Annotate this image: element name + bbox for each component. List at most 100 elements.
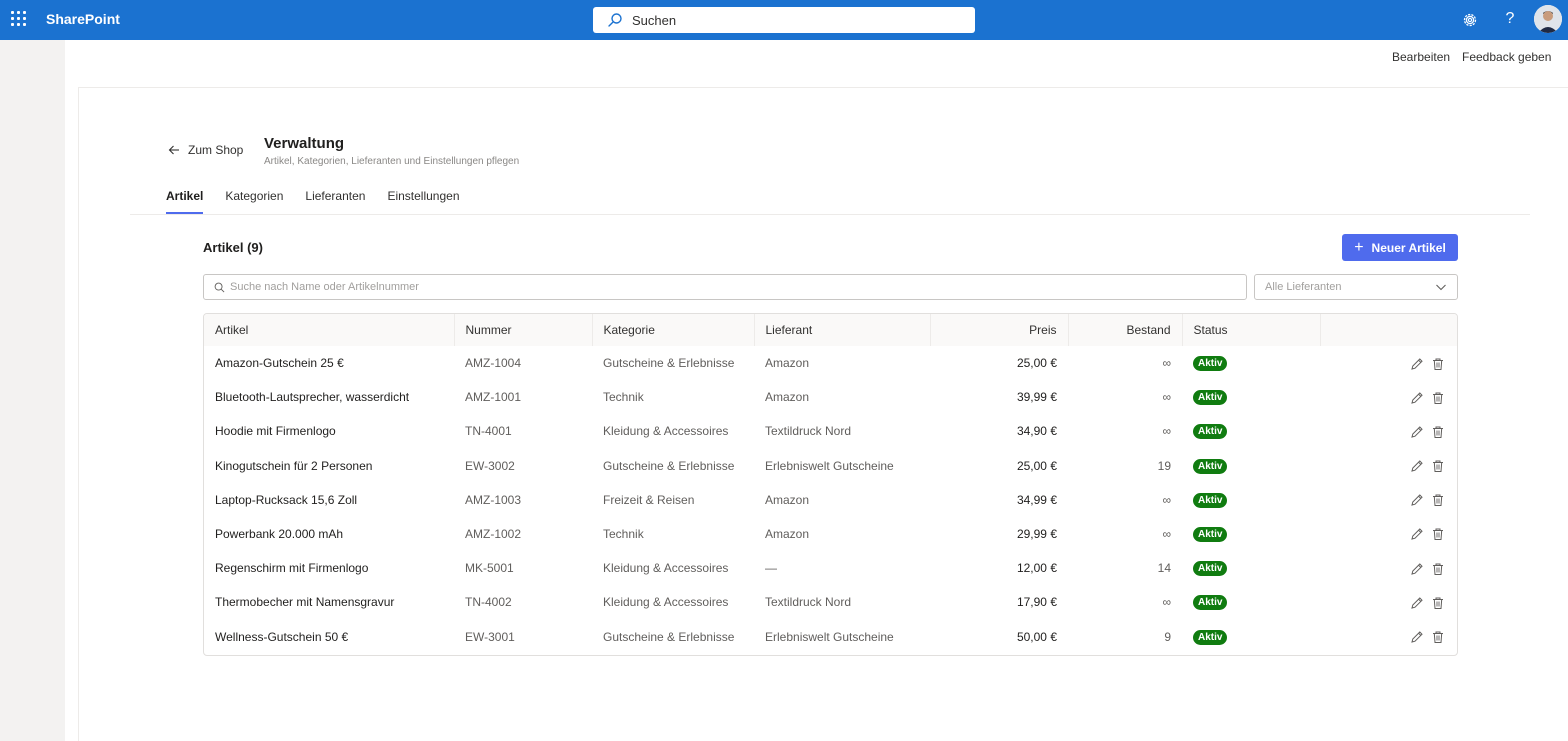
trash-icon[interactable]	[1431, 562, 1445, 576]
column-header[interactable]: Artikel	[204, 314, 455, 346]
article-name: Kinogutschein für 2 Personen	[215, 458, 373, 473]
status-badge: Aktiv	[1193, 595, 1228, 611]
new-article-button[interactable]: + Neuer Artikel	[1342, 234, 1458, 261]
row-actions	[1320, 620, 1457, 654]
article-category: Gutscheine & Erlebnisse	[603, 629, 735, 644]
avatar[interactable]	[1534, 5, 1562, 33]
trash-icon[interactable]	[1431, 459, 1445, 473]
column-header[interactable]: Preis	[930, 314, 1069, 346]
table-row[interactable]: Thermobecher mit Namensgravur TN-4002 Klei…	[204, 585, 1457, 619]
pencil-icon[interactable]	[1410, 391, 1424, 405]
trash-icon[interactable]	[1431, 596, 1445, 610]
pencil-icon[interactable]	[1410, 459, 1424, 473]
column-header[interactable]: Bestand	[1068, 314, 1183, 346]
article-stock: ∞	[1162, 356, 1171, 371]
article-stock: 14	[1157, 561, 1171, 576]
supplier-filter-select[interactable]: Alle Lieferanten	[1254, 274, 1458, 300]
pencil-icon[interactable]	[1410, 357, 1424, 371]
pencil-icon[interactable]	[1410, 630, 1424, 644]
trash-icon[interactable]	[1431, 493, 1445, 507]
articles-table: Artikel Nummer Kategorie Lieferant Preis…	[203, 313, 1458, 656]
article-number: AMZ-1004	[465, 356, 522, 371]
table-row[interactable]: Wellness-Gutschein 50 € EW-3001 Gutscheine…	[204, 620, 1457, 654]
article-stock: 19	[1157, 458, 1171, 473]
table-row[interactable]: Regenschirm mit Firmenlogo MK-5001 Kleidun…	[204, 551, 1457, 585]
article-name: Thermobecher mit Namensgravur	[215, 595, 395, 610]
row-actions	[1320, 517, 1457, 551]
global-search-box[interactable]: Suchen	[593, 7, 975, 33]
pencil-icon[interactable]	[1410, 596, 1424, 610]
feedback-button[interactable]: Feedback geben	[1462, 50, 1551, 64]
article-name: Regenschirm mit Firmenlogo	[215, 561, 369, 576]
article-name: Amazon-Gutschein 25 €	[215, 356, 344, 371]
help-icon[interactable]: ?	[1502, 8, 1518, 30]
article-number: EW-3002	[465, 458, 515, 473]
article-number: TN-4001	[465, 424, 512, 439]
row-actions	[1320, 380, 1457, 414]
article-status-cell: Aktiv	[1182, 483, 1320, 517]
column-header[interactable]: Kategorie	[592, 314, 755, 346]
row-actions	[1320, 346, 1457, 380]
article-category: Gutscheine & Erlebnisse	[603, 458, 735, 473]
gear-icon[interactable]	[1460, 10, 1480, 30]
column-header	[1320, 314, 1457, 346]
table-row[interactable]: Laptop-Rucksack 15,6 Zoll AMZ-1003 Freizei…	[204, 483, 1457, 517]
arrow-left-icon	[168, 145, 179, 155]
table-row[interactable]: Hoodie mit Firmenlogo TN-4001 Kleidung & A…	[204, 414, 1457, 448]
pencil-icon[interactable]	[1410, 425, 1424, 439]
pencil-icon[interactable]	[1410, 562, 1424, 576]
article-price: 29,99 €	[1016, 527, 1057, 542]
column-header[interactable]: Status	[1182, 314, 1321, 346]
tab-bar: Artikel Kategorien Lieferanten Einstellu…	[166, 189, 482, 214]
article-supplier: Textildruck Nord	[765, 595, 852, 610]
tab-einstellungen[interactable]: Einstellungen	[387, 189, 459, 214]
search-icon	[214, 282, 225, 292]
article-name: Bluetooth-Lautsprecher, wasserdicht	[215, 390, 410, 405]
trash-icon[interactable]	[1431, 357, 1445, 371]
brand-link[interactable]: SharePoint	[46, 11, 120, 27]
tab-artikel[interactable]: Artikel	[166, 189, 204, 214]
supplier-filter-value: Alle Lieferanten	[1265, 281, 1342, 293]
table-row[interactable]: Amazon-Gutschein 25 € AMZ-1004 Gutscheine …	[204, 346, 1457, 380]
status-badge: Aktiv	[1193, 356, 1228, 372]
table-row[interactable]: Powerbank 20.000 mAh AMZ-1002 Technik Amazo…	[204, 517, 1457, 551]
status-badge: Aktiv	[1193, 492, 1228, 508]
trash-icon[interactable]	[1431, 425, 1445, 439]
article-price: 25,00 €	[1016, 458, 1057, 473]
trash-icon[interactable]	[1431, 391, 1445, 405]
left-rail	[0, 40, 65, 741]
article-price: 50,00 €	[1016, 629, 1057, 644]
row-actions	[1320, 483, 1457, 517]
status-badge: Aktiv	[1193, 561, 1228, 577]
trash-icon[interactable]	[1431, 630, 1445, 644]
column-header[interactable]: Nummer	[454, 314, 593, 346]
new-article-label: Neuer Artikel	[1371, 240, 1446, 255]
waffle-icon[interactable]	[11, 11, 27, 27]
search-icon	[608, 13, 622, 27]
column-header[interactable]: Lieferant	[754, 314, 931, 346]
article-search-input[interactable]	[230, 281, 1210, 293]
article-search-box[interactable]	[203, 274, 1247, 300]
tab-lieferanten[interactable]: Lieferanten	[305, 189, 365, 214]
article-name: Wellness-Gutschein 50 €	[215, 629, 349, 644]
pencil-icon[interactable]	[1410, 493, 1424, 507]
row-actions	[1320, 449, 1457, 483]
row-actions	[1320, 585, 1457, 619]
tab-kategorien[interactable]: Kategorien	[225, 189, 283, 214]
table-row[interactable]: Bluetooth-Lautsprecher, wasserdicht AMZ-1…	[204, 380, 1457, 414]
back-to-shop-link[interactable]: Zum Shop	[168, 143, 243, 157]
status-badge: Aktiv	[1193, 424, 1228, 440]
trash-icon[interactable]	[1431, 527, 1445, 541]
pencil-icon[interactable]	[1410, 527, 1424, 541]
article-supplier: Erlebniswelt Gutscheine	[765, 458, 894, 473]
edit-page-button[interactable]: Bearbeiten	[1392, 50, 1450, 64]
article-category: Freizeit & Reisen	[603, 492, 695, 507]
chevron-down-icon	[1436, 284, 1446, 291]
table-row[interactable]: Kinogutschein für 2 Personen EW-3002 Gutsc…	[204, 449, 1457, 483]
article-number: AMZ-1003	[465, 492, 522, 507]
article-status-cell: Aktiv	[1182, 585, 1320, 619]
plus-icon: +	[1354, 238, 1364, 256]
article-number: EW-3001	[465, 629, 515, 644]
article-status-cell: Aktiv	[1182, 414, 1320, 448]
global-search-label: Suchen	[632, 12, 677, 28]
